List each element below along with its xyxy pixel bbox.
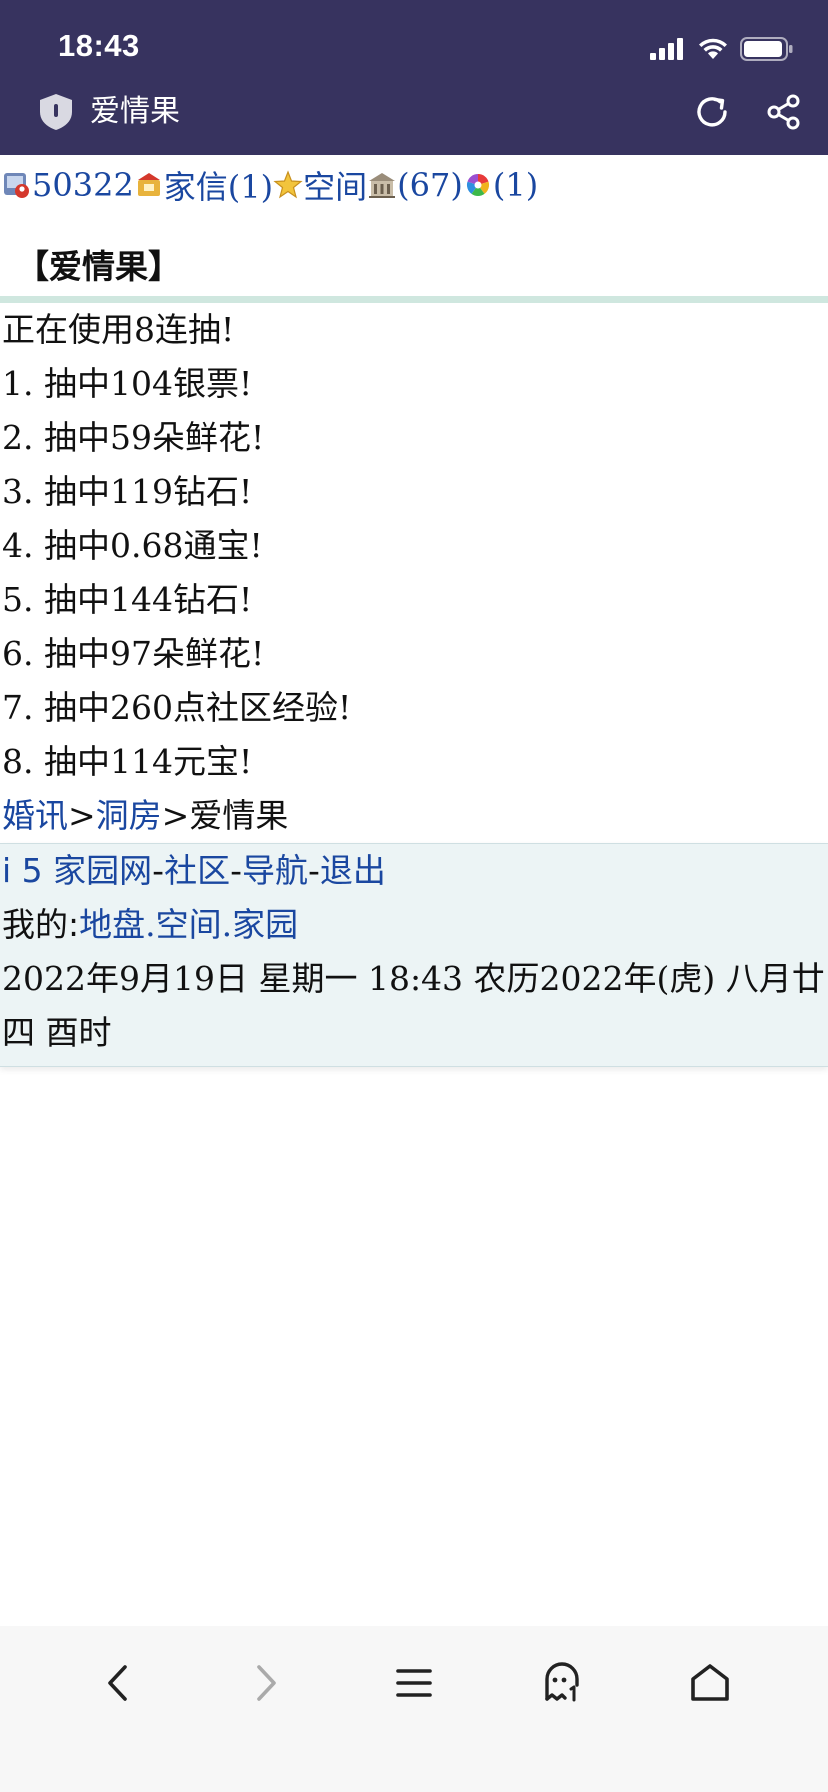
bottom-nav-bar <box>0 1626 828 1792</box>
site-home-link[interactable]: i 5 家园网 <box>2 851 152 890</box>
page-title: 爱情果 <box>90 94 180 129</box>
status-time: 18:43 <box>58 28 140 63</box>
share-button[interactable] <box>762 90 806 134</box>
home-icon <box>691 1664 729 1701</box>
footer-nav-row: i 5 家园网-社区-导航-退出 <box>0 844 828 898</box>
section-heading: 【爱情果】 <box>16 247 181 286</box>
tabs-button[interactable] <box>527 1648 597 1718</box>
separator: - <box>230 851 242 890</box>
chevron-left-icon <box>108 1665 127 1701</box>
breadcrumb-separator: > <box>68 796 96 835</box>
separator: . <box>145 905 156 944</box>
status-icons <box>650 36 794 62</box>
result-list: 正在使用8连抽! 1. 抽中104银票! 2. 抽中59朵鲜花! 3. 抽中11… <box>0 303 828 843</box>
back-button[interactable] <box>83 1648 153 1718</box>
top-bar: 18:43 爱情果 <box>0 0 828 155</box>
territory-link[interactable]: 地盘 <box>79 905 145 944</box>
list-item: 7. 抽中260点社区经验! <box>2 688 352 727</box>
refresh-button[interactable] <box>690 90 734 134</box>
my-home-link[interactable]: 家园 <box>232 905 298 944</box>
home-button[interactable] <box>675 1648 745 1718</box>
list-item: 6. 抽中97朵鲜花! <box>2 634 265 673</box>
separator: . <box>221 905 233 944</box>
wifi-icon <box>699 38 727 59</box>
menu-icon <box>396 1669 432 1697</box>
breadcrumb-separator: > <box>161 796 190 835</box>
share-icon <box>767 94 800 130</box>
intro-text: 正在使用8连抽! <box>2 310 235 349</box>
ghost-tabs-icon <box>545 1662 579 1702</box>
forward-button[interactable] <box>231 1648 301 1718</box>
footer-box: i 5 家园网-社区-导航-退出 我的:地盘.空间.家园 2022年9月19日 … <box>0 843 828 1067</box>
footer-mine-row: 我的:地盘.空间.家园 <box>0 898 828 952</box>
list-item: 3. 抽中119钻石! <box>2 472 253 511</box>
mine-label: 我的: <box>2 905 80 944</box>
chevron-right-icon <box>257 1665 276 1701</box>
breadcrumb-bridal-chamber[interactable]: 洞房 <box>96 796 162 835</box>
shield-icon <box>40 94 72 130</box>
date-time-text: 2022年9月19日 星期一 18:43 农历2022年(虎) 八月廿四 酉时 <box>2 959 825 1052</box>
battery-icon <box>740 37 793 61</box>
title-row: 爱情果 <box>0 88 828 136</box>
separator: - <box>152 851 165 890</box>
breadcrumb-current: 爱情果 <box>189 796 289 835</box>
menu-button[interactable] <box>379 1648 449 1718</box>
breadcrumb-wedding-news[interactable]: 婚讯 <box>2 796 68 835</box>
refresh-icon <box>697 97 727 127</box>
my-space-link[interactable]: 空间 <box>156 905 222 944</box>
heading-block: 【爱情果】 <box>0 155 828 303</box>
logout-link[interactable]: 退出 <box>320 851 386 890</box>
list-item: 2. 抽中59朵鲜花! <box>2 418 265 457</box>
breadcrumb: 婚讯>洞房>爱情果 <box>0 789 828 843</box>
separator: - <box>308 851 320 890</box>
community-link[interactable]: 社区 <box>164 851 230 890</box>
list-item: 4. 抽中0.68通宝! <box>2 526 263 565</box>
cellular-signal-icon <box>650 38 683 60</box>
list-item: 8. 抽中114元宝! <box>2 742 253 781</box>
list-item: 5. 抽中144钻石! <box>2 580 253 619</box>
list-item: 1. 抽中104银票! <box>2 364 253 403</box>
navigation-link[interactable]: 导航 <box>242 851 308 890</box>
page-content: 50322 家信(1) 空间 (67) (1) 【爱情果】 正在使用8连抽! 1… <box>0 155 828 1067</box>
